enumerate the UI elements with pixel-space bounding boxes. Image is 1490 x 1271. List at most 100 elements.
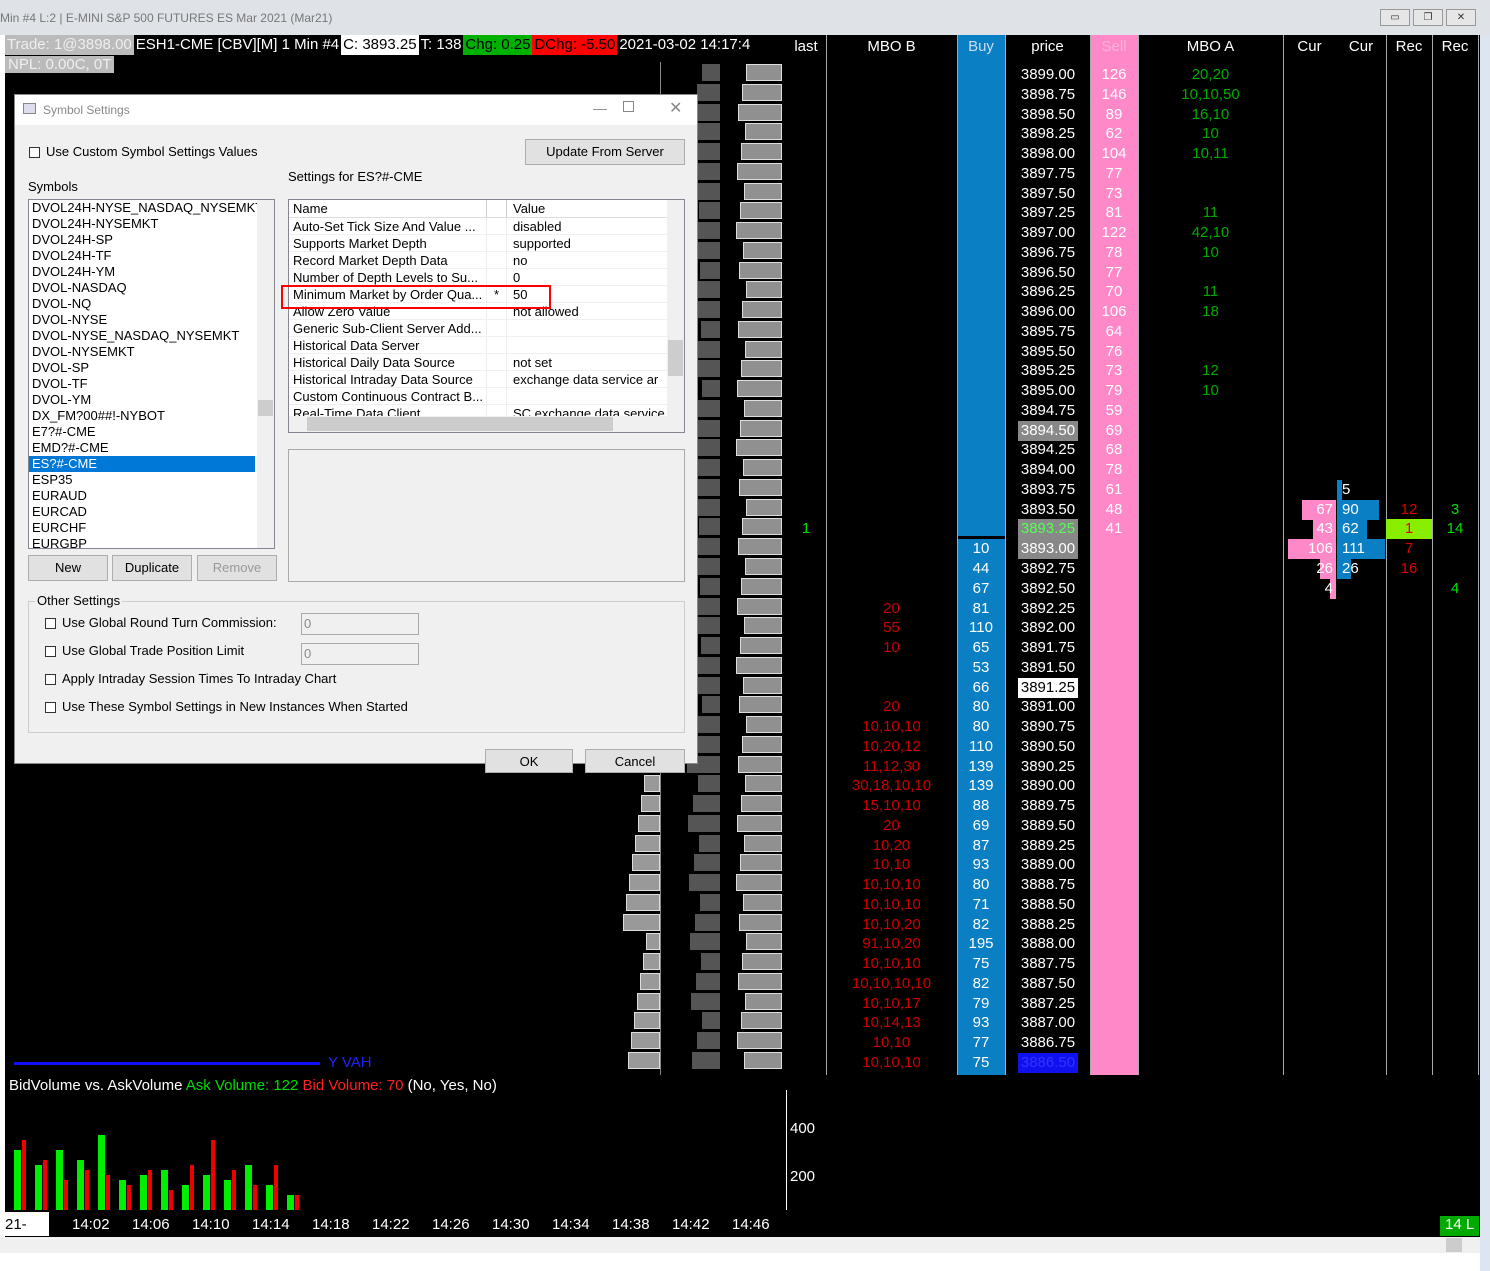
symbol-list-item[interactable]: DVOL-NYSE_NASDAQ_NYSEMKT	[29, 328, 255, 344]
mbo-bid-cell[interactable]: 10,14,13	[826, 1013, 957, 1033]
settings-row[interactable]: Historical Data Server	[289, 337, 684, 354]
recent-ask-cell[interactable]: 12	[1386, 500, 1432, 520]
price-cell[interactable]: 3887.00	[1018, 1013, 1078, 1033]
mbo-bid-cell[interactable]: 10,10,17	[826, 994, 957, 1014]
vertical-scrollbar[interactable]	[1480, 35, 1490, 1271]
grid-vertical-scrollbar[interactable]	[667, 200, 684, 416]
sell-cell[interactable]: 104	[1090, 144, 1138, 164]
column-header-cur-ask[interactable]: Cur	[1283, 38, 1336, 55]
price-cell[interactable]: 3897.50	[1018, 184, 1078, 204]
price-cell[interactable]: 3893.25	[1018, 519, 1078, 540]
buy-cell[interactable]: 82	[957, 974, 1005, 994]
price-cell[interactable]: 3892.00	[1018, 618, 1078, 638]
column-header-mbo-b[interactable]: MBO B	[826, 38, 957, 55]
price-cell[interactable]: 3891.50	[1018, 658, 1078, 678]
price-cell[interactable]: 3890.00	[1018, 776, 1078, 796]
price-cell[interactable]: 3889.75	[1018, 796, 1078, 816]
symbol-list-item[interactable]: EURCAD	[29, 504, 255, 520]
buy-cell[interactable]: 87	[957, 836, 1005, 856]
price-cell[interactable]: 3896.25	[1018, 282, 1078, 302]
close-button[interactable]: ✕	[1446, 9, 1476, 26]
price-cell[interactable]: 3895.75	[1018, 322, 1078, 342]
current-ask-cell[interactable]: 43	[1283, 519, 1336, 539]
buy-cell[interactable]: 75	[957, 954, 1005, 974]
mbo-bid-cell[interactable]: 10,10,10	[826, 875, 957, 895]
price-cell[interactable]: 3889.25	[1018, 836, 1078, 856]
buy-cell[interactable]: 79	[957, 994, 1005, 1014]
price-cell[interactable]: 3899.00	[1018, 65, 1078, 85]
sell-cell[interactable]: 68	[1090, 440, 1138, 460]
current-bid-cell[interactable]: 62	[1336, 519, 1386, 539]
symbol-list-item[interactable]: EURGBP	[29, 536, 255, 548]
setting-value[interactable]	[507, 388, 667, 404]
price-cell[interactable]: 3891.75	[1018, 638, 1078, 658]
symbol-list-item[interactable]: DVOL-NYSE	[29, 312, 255, 328]
mbo-bid-cell[interactable]: 10,10,10	[826, 1053, 957, 1073]
sell-cell[interactable]: 122	[1090, 223, 1138, 243]
sell-cell[interactable]: 89	[1090, 105, 1138, 125]
mbo-bid-cell[interactable]: 10,10,10	[826, 717, 957, 737]
mbo-ask-cell[interactable]: 20,20	[1138, 65, 1283, 85]
mbo-bid-cell[interactable]: 10,20,12	[826, 737, 957, 757]
duplicate-button[interactable]: Duplicate	[112, 555, 192, 581]
price-cell[interactable]: 3887.25	[1018, 994, 1078, 1014]
column-header-last[interactable]: last	[786, 38, 826, 55]
mbo-ask-cell[interactable]: 11	[1138, 282, 1283, 302]
price-cell[interactable]: 3894.75	[1018, 401, 1078, 421]
price-cell[interactable]: 3896.75	[1018, 243, 1078, 263]
session-times-checkbox[interactable]	[45, 674, 56, 685]
column-header-price[interactable]: price	[1005, 38, 1090, 55]
column-header-mbo-a[interactable]: MBO A	[1138, 38, 1283, 55]
setting-value[interactable]	[507, 320, 667, 336]
mbo-ask-cell[interactable]: 18	[1138, 302, 1283, 322]
buy-cell[interactable]: 71	[957, 895, 1005, 915]
new-instances-checkbox[interactable]	[45, 702, 56, 713]
symbol-list-item[interactable]: EMD?#-CME	[29, 440, 255, 456]
global-position-limit-checkbox[interactable]	[45, 646, 56, 657]
recent-bid-cell[interactable]: 4	[1432, 579, 1478, 599]
price-cell[interactable]: 3893.00	[1018, 539, 1078, 560]
buy-cell[interactable]: 67	[957, 579, 1005, 599]
remove-button[interactable]: Remove	[197, 555, 277, 581]
sell-cell[interactable]: 79	[1090, 381, 1138, 401]
buy-cell[interactable]: 66	[957, 678, 1005, 698]
dialog-minimize-button[interactable]: —	[593, 100, 607, 116]
symbol-list-item[interactable]: ESP35	[29, 472, 255, 488]
buy-cell[interactable]: 88	[957, 796, 1005, 816]
symbol-list-item[interactable]: DVOL24H-NYSEMKT	[29, 216, 255, 232]
sell-cell[interactable]: 61	[1090, 480, 1138, 500]
symbol-list-item[interactable]: DVOL24H-YM	[29, 264, 255, 280]
price-cell[interactable]: 3887.75	[1018, 954, 1078, 974]
price-cell[interactable]: 3898.50	[1018, 105, 1078, 125]
mbo-bid-cell[interactable]: 20	[826, 697, 957, 717]
price-cell[interactable]: 3890.75	[1018, 717, 1078, 737]
setting-value[interactable]: not set	[507, 354, 667, 370]
setting-value[interactable]: supported	[507, 235, 667, 251]
dialog-maximize-button[interactable]	[623, 101, 634, 112]
sell-cell[interactable]: 81	[1090, 203, 1138, 223]
settings-row[interactable]: Generic Sub-Client Server Add...	[289, 320, 684, 337]
mbo-bid-cell[interactable]: 11,12,30	[826, 757, 957, 777]
settings-grid[interactable]: Name Value Auto-Set Tick Size And Value …	[288, 199, 685, 433]
price-cell[interactable]: 3886.50	[1018, 1053, 1078, 1073]
ok-button[interactable]: OK	[485, 749, 573, 773]
price-cell[interactable]: 3896.00	[1018, 302, 1078, 322]
settings-row[interactable]: Auto-Set Tick Size And Value ... disabled	[289, 218, 684, 235]
price-cell[interactable]: 3897.25	[1018, 203, 1078, 223]
column-header-sell[interactable]: Sell	[1090, 38, 1138, 55]
sell-cell[interactable]: 64	[1090, 322, 1138, 342]
last-cell[interactable]: 1	[786, 519, 826, 539]
mbo-bid-cell[interactable]: 10,10	[826, 1033, 957, 1053]
symbol-list-item[interactable]: DVOL24H-TF	[29, 248, 255, 264]
recent-bid-cell[interactable]: 3	[1432, 500, 1478, 520]
price-cell[interactable]: 3888.25	[1018, 915, 1078, 935]
update-from-server-button[interactable]: Update From Server	[525, 139, 685, 165]
price-cell[interactable]: 3892.75	[1018, 559, 1078, 579]
price-cell[interactable]: 3889.50	[1018, 816, 1078, 836]
symbol-list-item[interactable]: DVOL-YM	[29, 392, 255, 408]
mbo-ask-cell[interactable]: 10	[1138, 124, 1283, 144]
mbo-ask-cell[interactable]: 11	[1138, 203, 1283, 223]
price-cell[interactable]: 3890.50	[1018, 737, 1078, 757]
horizontal-scrollbar[interactable]	[0, 1237, 1480, 1253]
price-cell[interactable]: 3892.25	[1018, 599, 1078, 619]
